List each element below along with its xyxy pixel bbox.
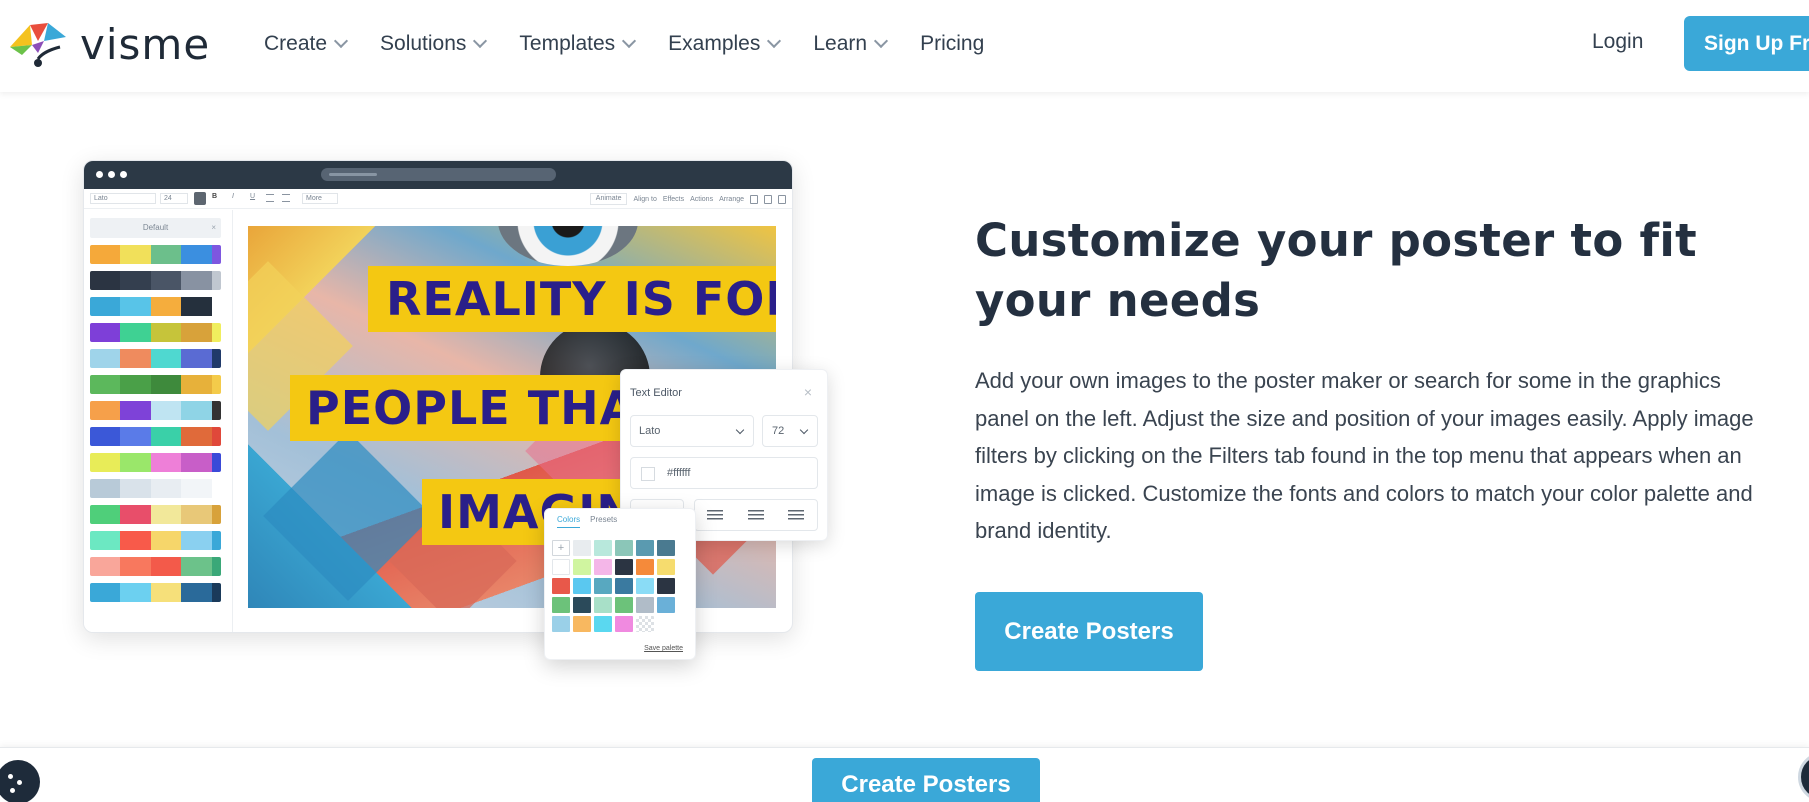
nav-learn[interactable]: Learn <box>813 32 889 56</box>
copy-icon <box>764 194 772 204</box>
palette-row <box>90 583 221 602</box>
section-description: Add your own images to the poster maker … <box>975 368 1754 543</box>
sticky-create-posters-button[interactable]: Create Posters <box>812 758 1040 802</box>
font-size-select: 72 <box>762 415 818 447</box>
palette-row <box>90 245 221 264</box>
toolbar-align-to: Align to <box>633 195 657 203</box>
visme-logo[interactable]: visme <box>8 18 223 70</box>
chevron-down-icon <box>767 33 782 49</box>
nav-examples[interactable]: Examples <box>668 32 782 56</box>
brush-icon <box>750 194 758 204</box>
site-header: visme Create Solutions Templates Example… <box>0 0 1809 92</box>
toolbar-font-select: Lato <box>90 193 156 204</box>
chevron-down-icon <box>735 425 745 435</box>
underline-icon: U <box>250 193 256 200</box>
chevron-down-icon <box>622 33 637 49</box>
bold-icon: B <box>212 193 218 200</box>
list-icon <box>282 194 290 202</box>
nav-solutions[interactable]: Solutions <box>380 32 488 56</box>
palette-header-label: Default <box>142 223 169 232</box>
palette-row <box>90 505 221 524</box>
create-posters-button[interactable]: Create Posters <box>975 592 1203 671</box>
text-editor-title: Text Editor <box>630 387 682 399</box>
nav-create[interactable]: Create <box>264 32 349 56</box>
signup-button[interactable]: Sign Up Free <box>1684 16 1809 71</box>
editor-toolbar: Lato 24 B I U More Animate Align to Effe… <box>84 189 792 209</box>
nav-pricing-label: Pricing <box>920 32 985 55</box>
save-palette-link: Save palette <box>644 645 683 652</box>
tab-presets: Presets <box>590 515 618 524</box>
toolbar-more: More <box>302 193 338 204</box>
nav-solutions-label: Solutions <box>380 32 467 55</box>
chevron-down-icon <box>333 33 349 49</box>
color-grid: + <box>552 540 675 632</box>
toolbar-right-group: Animate Align to Effects Actions Arrange <box>589 193 786 205</box>
address-bar <box>321 168 556 181</box>
poster-eye-image <box>498 226 638 266</box>
toolbar-arrange: Arrange <box>719 195 744 203</box>
align-right-icon <box>776 500 817 530</box>
nav-create-label: Create <box>264 32 328 55</box>
palette-row <box>90 479 221 498</box>
palette-row <box>90 297 221 316</box>
align-center-icon <box>736 500 777 530</box>
align-left-icon <box>695 500 736 530</box>
nav-templates-label: Templates <box>519 32 616 55</box>
logo-wordmark: visme <box>80 19 211 69</box>
text-color-swatch <box>194 192 206 205</box>
palette-row <box>90 557 221 576</box>
browser-bar <box>84 161 792 189</box>
chevron-down-icon <box>473 33 488 49</box>
font-family-select: Lato <box>630 415 754 447</box>
alignment-group <box>694 499 818 531</box>
palette-panel: Default × <box>84 210 233 632</box>
nav-learn-label: Learn <box>813 32 868 55</box>
poster-line-1: REALITY IS FOR <box>368 266 776 332</box>
login-link[interactable]: Login <box>1592 30 1643 54</box>
cookie-icon[interactable] <box>0 760 40 802</box>
window-dots <box>96 171 127 178</box>
main-nav: Create Solutions Templates Examples Lear… <box>264 0 1018 88</box>
chevron-down-icon <box>873 33 889 49</box>
palette-row <box>90 531 221 550</box>
italic-icon: I <box>232 193 234 200</box>
section-headline: Customize your poster to fit your needs <box>975 214 1697 327</box>
palette-row <box>90 323 221 342</box>
poster-line-2: PEOPLE THAT <box>290 375 664 441</box>
text-color-field: #ffffff <box>630 457 818 489</box>
toolbar-size-select: 24 <box>160 193 188 204</box>
color-swatch <box>641 467 655 481</box>
align-icon <box>266 194 274 202</box>
sticky-cta-bar: Create Posters <box>0 747 1809 802</box>
palette-header: Default × <box>90 218 221 238</box>
nav-templates[interactable]: Templates <box>519 32 637 56</box>
palette-list <box>90 245 221 609</box>
close-icon: × <box>211 223 216 232</box>
chevron-down-icon <box>799 425 809 435</box>
toolbar-actions: Actions <box>690 195 714 203</box>
palette-row <box>90 401 221 420</box>
palette-row <box>90 427 221 446</box>
palette-row <box>90 453 221 472</box>
color-picker-panel: Colors Presets + Save palette <box>544 508 696 660</box>
font-family-value: Lato <box>639 425 661 437</box>
close-icon: × <box>803 384 812 400</box>
nav-pricing[interactable]: Pricing <box>920 32 984 56</box>
color-picker-tabs: Colors Presets <box>557 515 617 528</box>
palette-row <box>90 349 221 368</box>
font-size-value: 72 <box>772 425 785 437</box>
toolbar-animate: Animate <box>589 193 628 205</box>
tab-colors: Colors <box>557 515 581 528</box>
nav-examples-label: Examples <box>668 32 761 55</box>
text-color-value: #ffffff <box>667 467 691 479</box>
toolbar-effects: Effects <box>662 195 685 203</box>
palette-row <box>90 271 221 290</box>
palette-row <box>90 375 221 394</box>
trash-icon <box>778 194 786 204</box>
visme-logo-mark-icon <box>10 23 66 67</box>
add-color-icon: + <box>552 540 570 556</box>
